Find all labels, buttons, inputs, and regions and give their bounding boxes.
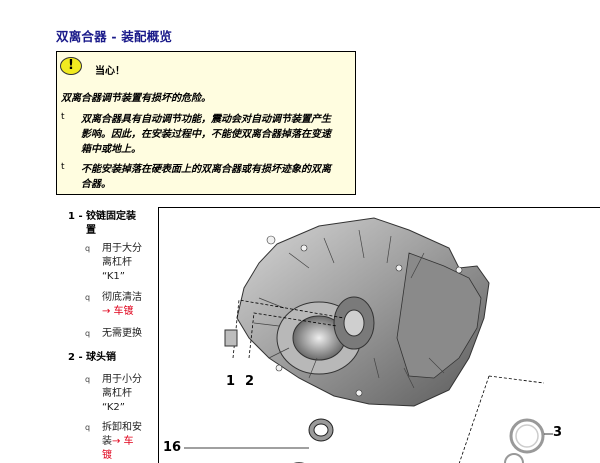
- note-line: 用于小分: [102, 374, 142, 385]
- note-marker: q: [85, 423, 91, 432]
- note-line: 用于大分: [102, 243, 142, 254]
- note-line: 离杠杆: [102, 388, 132, 399]
- caution-lead: 双离合器调节装置有损坏的危险。: [61, 93, 211, 104]
- bullet-line: 合器。: [81, 179, 111, 190]
- dual-clutch-figure: 1 2 16 3: [158, 207, 600, 463]
- page-title: 双离合器 - 装配概览: [56, 29, 173, 44]
- bullet-line: 不能安装掉落在硬表面上的双离合器或有损坏迹象的双离: [81, 164, 331, 175]
- part-number: 1 -: [68, 211, 83, 222]
- callout-16: 16: [163, 440, 182, 455]
- bullet-marker: t: [61, 112, 65, 122]
- reference-link[interactable]: → 车镀: [102, 305, 152, 319]
- part-item-1: 1 - 铰链固定装 置: [68, 210, 136, 236]
- part-item-2: 2 - 球头销: [68, 351, 116, 365]
- note-line: 彻底清洁: [102, 292, 142, 303]
- note-line: 拆卸和安: [102, 422, 142, 433]
- note-marker: q: [85, 329, 91, 338]
- note-line: 离杠杆: [102, 257, 132, 268]
- reference-link[interactable]: 镀: [102, 449, 152, 463]
- reference-link[interactable]: → 车: [112, 436, 134, 447]
- bullet-line: 双离合器具有自动调节功能，震动会对自动调节装置产生: [81, 114, 331, 125]
- note-marker: q: [85, 244, 91, 253]
- bullet-line: 影响。因此，在安装过程中，不能使双离合器掉落在变速: [81, 129, 331, 140]
- note-line: 无需更换: [102, 328, 142, 339]
- part-name: 铰链固定装: [86, 211, 136, 222]
- note-line: “K2”: [102, 402, 125, 413]
- part-number: 2 -: [68, 352, 83, 363]
- caution-heading: 当心！: [95, 66, 125, 77]
- callout-3: 3: [553, 425, 563, 440]
- part-name: 置: [86, 225, 96, 236]
- bullet-marker: t: [61, 162, 65, 172]
- callout-2: 2: [245, 374, 255, 389]
- note-line: “K1”: [102, 271, 125, 282]
- warning-exclamation-icon: !: [60, 57, 82, 75]
- part-name: 球头销: [86, 352, 116, 363]
- callout-1: 1: [226, 374, 236, 389]
- bullet-line: 箱中或地上。: [81, 144, 141, 155]
- caution-box: ! 当心！ 双离合器调节装置有损坏的危险。 t 双离合器具有自动调节功能，震动会…: [56, 51, 356, 195]
- note-line: 装: [102, 436, 112, 447]
- note-marker: q: [85, 293, 91, 302]
- note-marker: q: [85, 375, 91, 384]
- gearbox-illustration: [184, 217, 553, 463]
